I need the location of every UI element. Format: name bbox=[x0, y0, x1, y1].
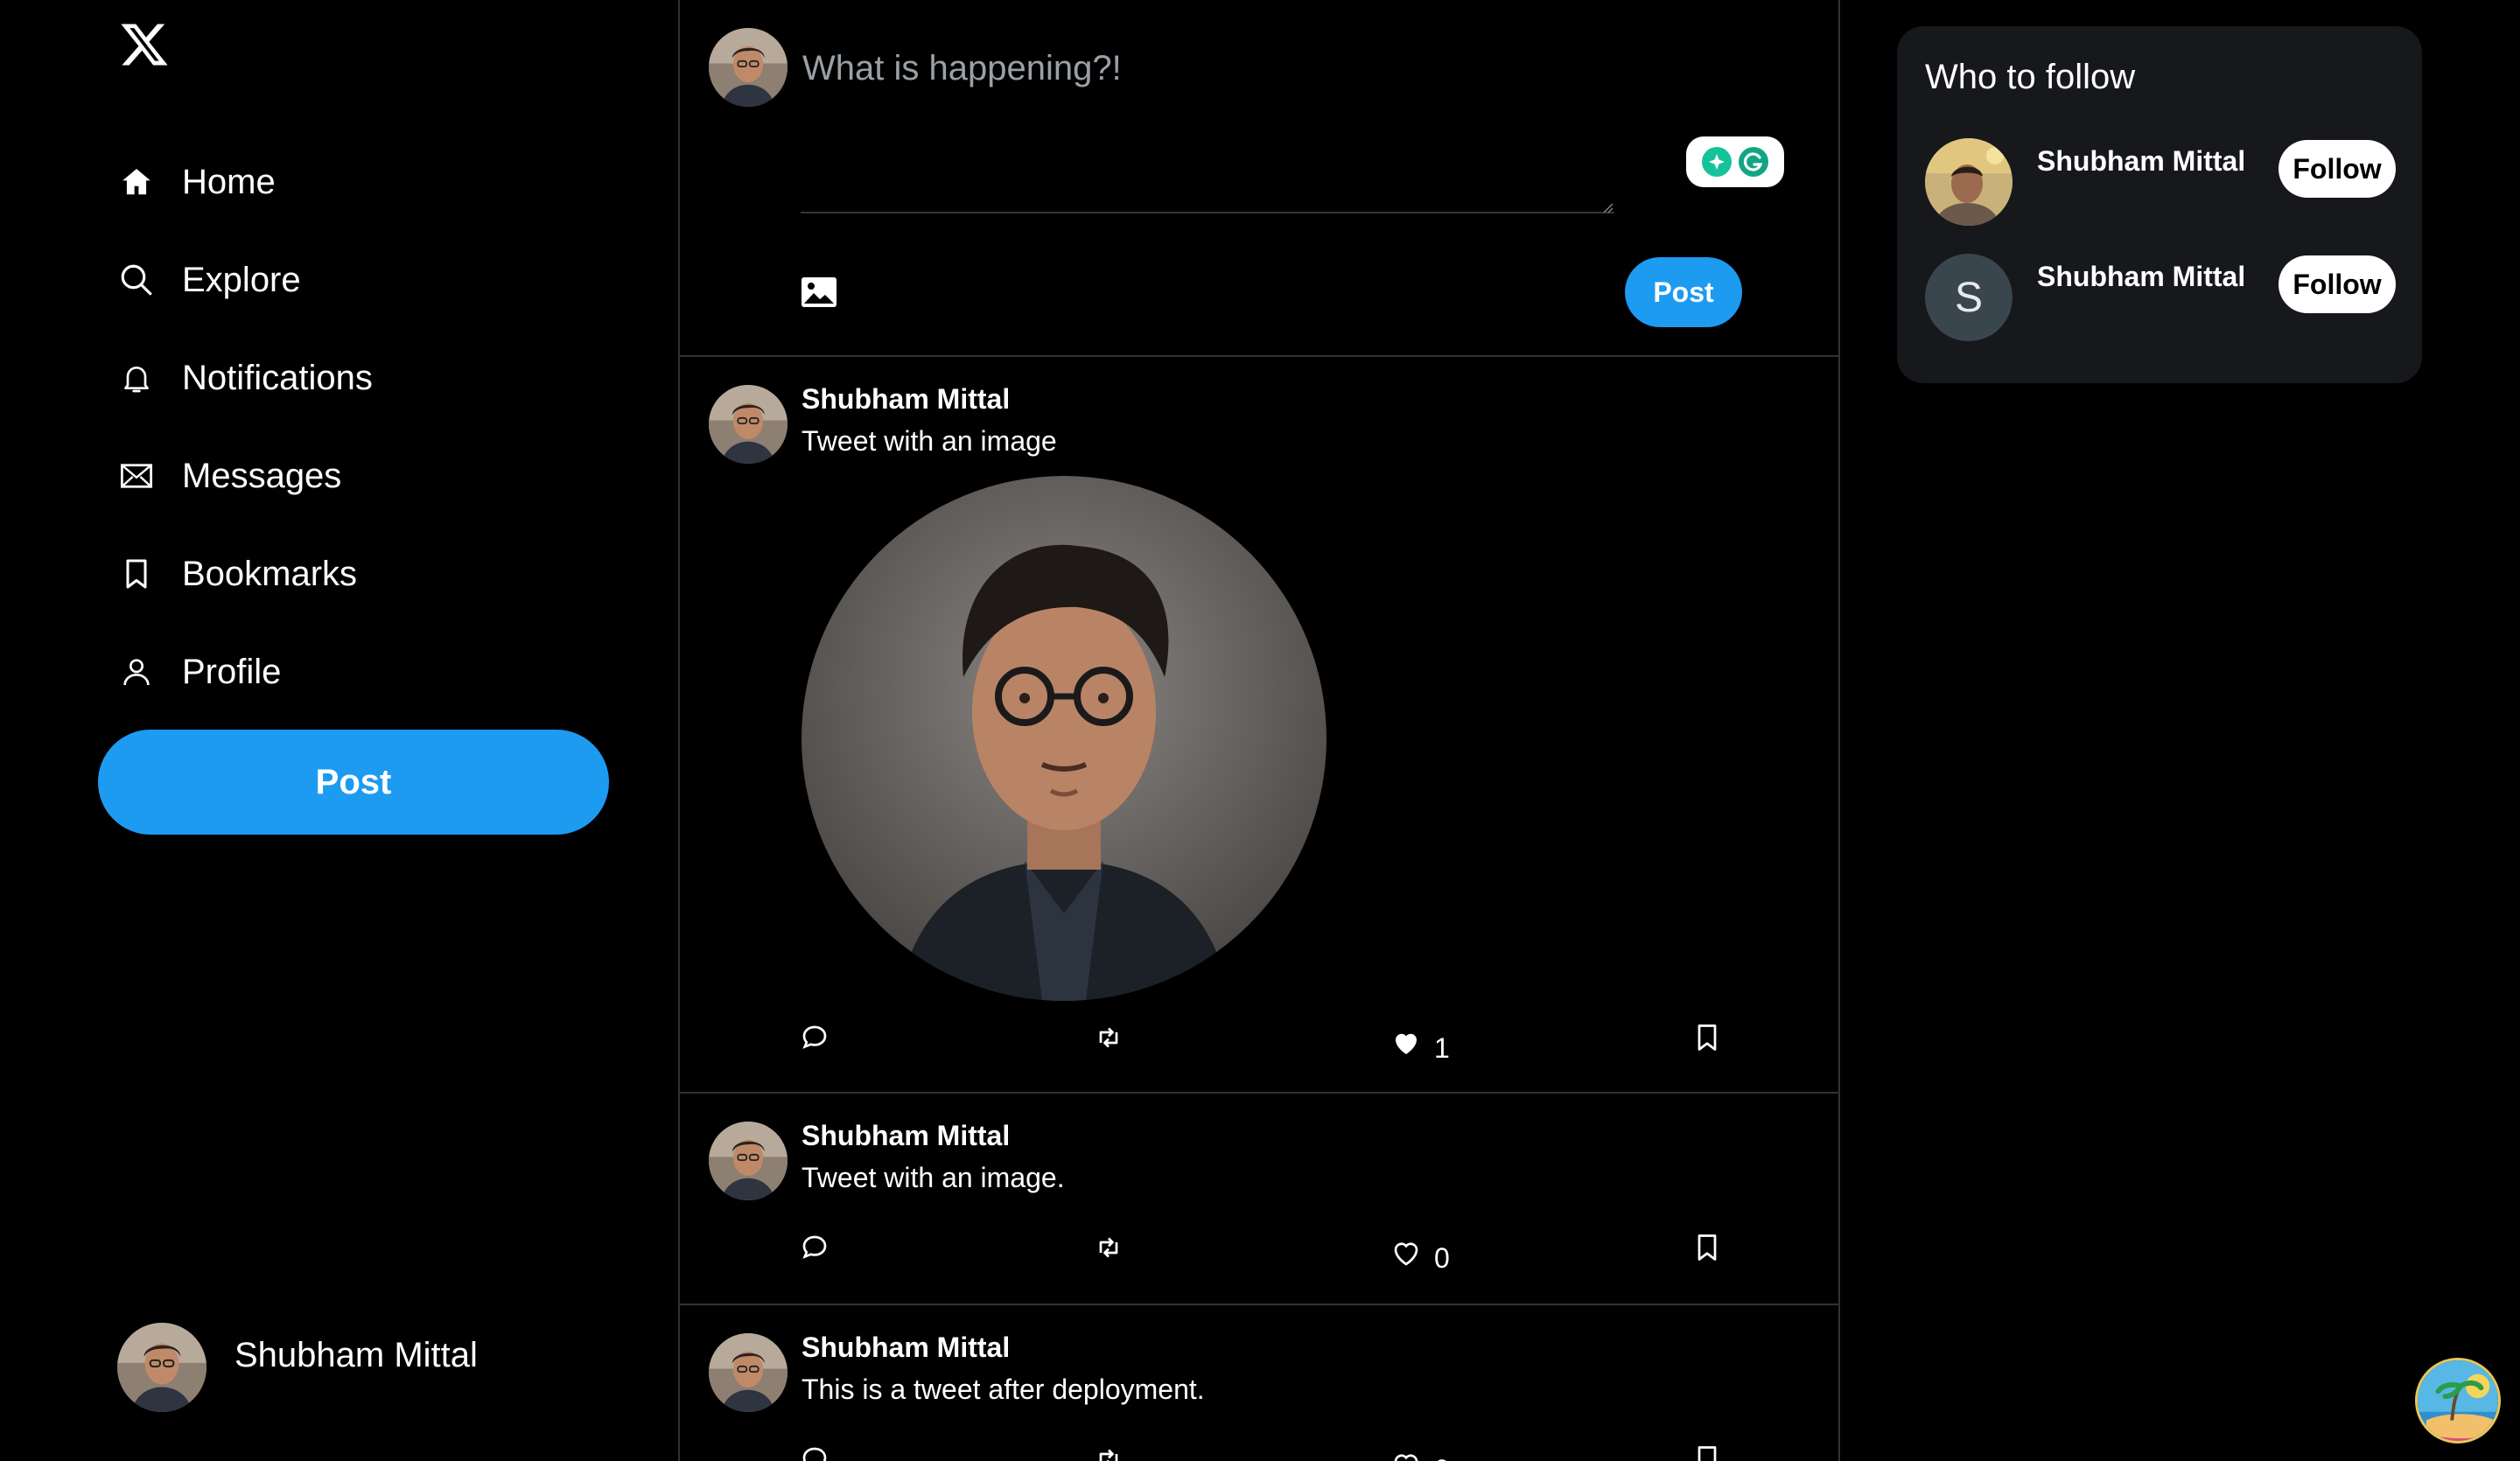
tweet-author[interactable]: Shubham Mittal bbox=[802, 383, 1010, 416]
nav-item-messages[interactable]: Messages bbox=[117, 427, 373, 525]
bookmark-icon bbox=[1698, 1234, 1717, 1261]
bookmark-icon bbox=[1698, 1024, 1717, 1051]
reply-icon bbox=[802, 1235, 827, 1259]
tweet[interactable]: Shubham Mittal Tweet with an image 1 bbox=[680, 357, 1838, 1094]
tweet-image[interactable] bbox=[802, 476, 1326, 1001]
nav-item-explore[interactable]: Explore bbox=[117, 231, 373, 329]
nav-label: Notifications bbox=[182, 358, 373, 397]
who-to-follow-card: Who to follow Shubham Mittal Follow S Sh… bbox=[1897, 26, 2422, 383]
like-count: 0 bbox=[1434, 1242, 1450, 1274]
suggestion-name[interactable]: Shubham Mittal bbox=[2037, 261, 2245, 293]
retweet-button[interactable] bbox=[1093, 1444, 1124, 1461]
avatar[interactable] bbox=[709, 1122, 788, 1200]
compose-textarea[interactable] bbox=[801, 47, 1614, 213]
tweet[interactable]: Shubham Mittal This is a tweet after dep… bbox=[680, 1305, 1838, 1461]
bookmark-button[interactable] bbox=[1691, 1444, 1723, 1461]
reply-icon bbox=[802, 1447, 827, 1461]
bookmark-icon bbox=[117, 555, 156, 593]
follow-button[interactable]: Follow bbox=[2278, 140, 2396, 198]
retweet-icon bbox=[1099, 1237, 1118, 1258]
retweet-icon bbox=[1099, 1027, 1118, 1048]
like-count: 0 bbox=[1434, 1454, 1450, 1461]
follow-suggestion[interactable]: S Shubham Mittal Follow bbox=[1925, 254, 2398, 341]
grammarly-g-icon bbox=[1738, 146, 1769, 178]
tweet-author[interactable]: Shubham Mittal bbox=[802, 1332, 1010, 1364]
envelope-icon bbox=[117, 457, 156, 495]
retweet-button[interactable] bbox=[1093, 1232, 1124, 1263]
nav-item-profile[interactable]: Profile bbox=[117, 623, 373, 721]
tweet-text: This is a tweet after deployment. bbox=[802, 1374, 1205, 1405]
nav-label: Bookmarks bbox=[182, 554, 358, 593]
nav-item-bookmarks[interactable]: Bookmarks bbox=[117, 525, 373, 623]
who-to-follow-title: Who to follow bbox=[1925, 58, 2136, 96]
tweet-text: Tweet with an image. bbox=[802, 1162, 1065, 1193]
person-icon bbox=[117, 653, 156, 691]
left-sidebar: Home Explore Notifications Messages Book… bbox=[0, 0, 680, 1461]
tweet-actions: 1 bbox=[799, 1022, 1732, 1066]
tweet-actions: 0 bbox=[799, 1444, 1732, 1461]
account-name: Shubham Mittal bbox=[234, 1335, 478, 1374]
follow-suggestion[interactable]: Shubham Mittal Follow bbox=[1925, 138, 2398, 226]
grammarly-widget[interactable] bbox=[1686, 136, 1784, 187]
reply-button[interactable] bbox=[799, 1022, 830, 1053]
nav-item-home[interactable]: Home bbox=[117, 133, 373, 231]
reply-icon bbox=[802, 1025, 827, 1049]
image-icon[interactable] bbox=[801, 276, 837, 308]
reply-button[interactable] bbox=[799, 1232, 830, 1263]
sidebar-post-button[interactable]: Post bbox=[98, 730, 609, 835]
tweet-text: Tweet with an image bbox=[802, 425, 1057, 457]
main-nav: Home Explore Notifications Messages Book… bbox=[117, 133, 373, 721]
avatar bbox=[709, 28, 788, 107]
tweet-actions: 0 bbox=[799, 1232, 1732, 1276]
bookmark-button[interactable] bbox=[1691, 1232, 1723, 1263]
heart-filled-icon bbox=[1396, 1033, 1417, 1054]
grammarly-assist-icon bbox=[1701, 146, 1732, 178]
nav-label: Home bbox=[182, 162, 276, 201]
avatar bbox=[117, 1323, 206, 1412]
home-icon bbox=[117, 163, 156, 201]
account-switcher[interactable]: Shubham Mittal bbox=[117, 1323, 478, 1412]
like-button[interactable]: 0 bbox=[1390, 1444, 1450, 1461]
tweet-composer: Post bbox=[680, 0, 1838, 357]
search-icon bbox=[117, 261, 156, 299]
like-button[interactable]: 0 bbox=[1390, 1232, 1450, 1275]
suggestion-name[interactable]: Shubham Mittal bbox=[2037, 145, 2245, 178]
retweet-button[interactable] bbox=[1093, 1022, 1124, 1053]
bookmark-button[interactable] bbox=[1691, 1022, 1723, 1053]
compose-post-button[interactable]: Post bbox=[1625, 257, 1742, 327]
retweet-icon bbox=[1099, 1449, 1118, 1461]
resize-grip-icon[interactable] bbox=[1601, 201, 1614, 213]
nav-label: Messages bbox=[182, 456, 342, 495]
heart-outline-icon bbox=[1394, 1453, 1418, 1461]
floating-extension-icon[interactable] bbox=[2415, 1358, 2501, 1444]
bookmark-icon bbox=[1698, 1446, 1717, 1461]
like-count: 1 bbox=[1434, 1032, 1450, 1064]
follow-button[interactable]: Follow bbox=[2278, 255, 2396, 313]
tweet[interactable]: Shubham Mittal Tweet with an image. 0 bbox=[680, 1094, 1838, 1305]
x-logo-icon[interactable] bbox=[119, 19, 170, 70]
tweet-author[interactable]: Shubham Mittal bbox=[802, 1120, 1010, 1152]
avatar[interactable] bbox=[709, 385, 788, 464]
avatar[interactable]: S bbox=[1925, 254, 2012, 341]
avatar[interactable] bbox=[1925, 138, 2012, 226]
avatar[interactable] bbox=[709, 1333, 788, 1412]
main-feed: Post Shubham Mittal Tweet with an image bbox=[680, 0, 1840, 1461]
bell-icon bbox=[117, 359, 156, 397]
nav-label: Profile bbox=[182, 652, 282, 691]
nav-label: Explore bbox=[182, 260, 301, 299]
reply-button[interactable] bbox=[799, 1444, 830, 1461]
nav-item-notifications[interactable]: Notifications bbox=[117, 329, 373, 427]
heart-outline-icon bbox=[1394, 1241, 1418, 1266]
like-button[interactable]: 1 bbox=[1390, 1022, 1450, 1065]
